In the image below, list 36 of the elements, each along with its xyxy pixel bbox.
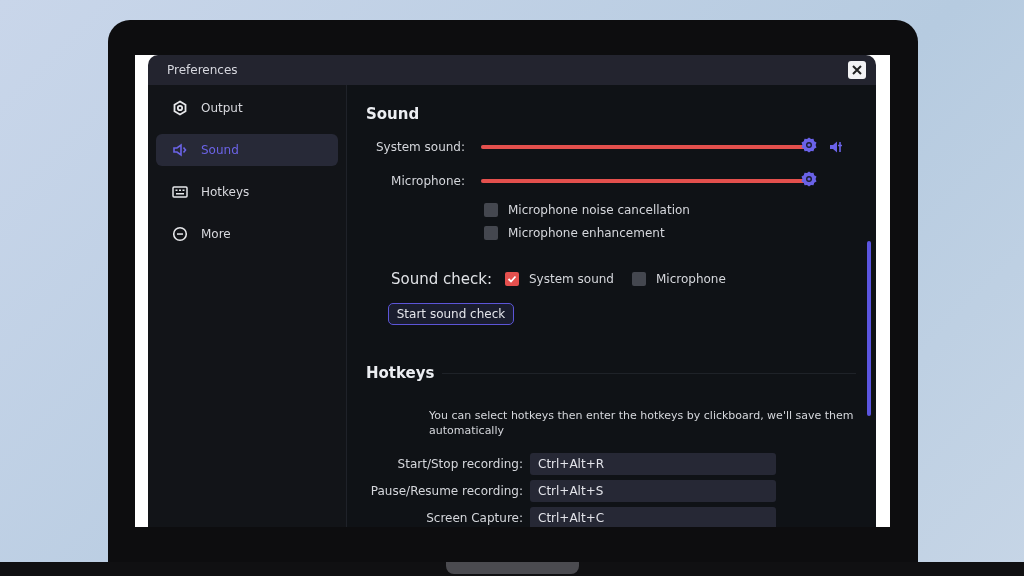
start-sound-check-button[interactable]: Start sound check — [388, 303, 514, 325]
hotkey-label: Start/Stop recording: — [396, 457, 523, 471]
checkbox[interactable] — [484, 226, 498, 240]
sidebar-item[interactable]: Hotkeys — [156, 176, 338, 208]
section-title: Hotkeys — [366, 364, 435, 382]
section-title: Sound — [366, 105, 421, 123]
checkbox-label: Microphone enhancement — [508, 226, 665, 240]
hexagon-icon — [172, 100, 188, 116]
scrollbar[interactable] — [867, 241, 871, 416]
gear-icon[interactable] — [801, 137, 817, 153]
hotkey-label: Pause/Resume recording: — [369, 484, 523, 498]
slider-label: System sound: — [374, 140, 465, 154]
slider-label: Microphone: — [390, 174, 465, 188]
hotkey-field[interactable]: Ctrl+Alt+C — [530, 507, 776, 527]
more-icon — [172, 226, 188, 242]
hotkey-field[interactable]: Ctrl+Alt+R — [530, 453, 776, 475]
checkbox-label: Microphone — [655, 272, 726, 286]
checkbox[interactable] — [631, 272, 646, 286]
checkbox-label: System sound — [529, 272, 614, 286]
checkbox-label: Microphone noise cancellation — [508, 203, 690, 217]
hotkey-label: Screen Capture: — [425, 511, 523, 525]
sound-check-label: Sound check: — [391, 270, 492, 288]
keyboard-icon — [172, 184, 188, 200]
hotkeys-note: You can select hotkeys then enter the hotkeys by clickboard, we'll save them automatically — [429, 408, 855, 438]
sidebar-item[interactable]: Output — [156, 92, 338, 124]
checkbox[interactable] — [484, 203, 498, 217]
speaker-icon[interactable] — [829, 140, 843, 154]
check-icon — [507, 274, 517, 284]
speaker-icon — [172, 142, 188, 158]
close-icon — [852, 65, 862, 75]
hotkey-field[interactable]: Ctrl+Alt+S — [530, 480, 776, 502]
gear-icon[interactable] — [801, 171, 817, 187]
checkbox[interactable] — [505, 272, 519, 286]
sidebar-item[interactable]: More — [156, 218, 338, 250]
close-button[interactable] — [848, 61, 866, 79]
window-title: Preferences — [167, 63, 238, 77]
